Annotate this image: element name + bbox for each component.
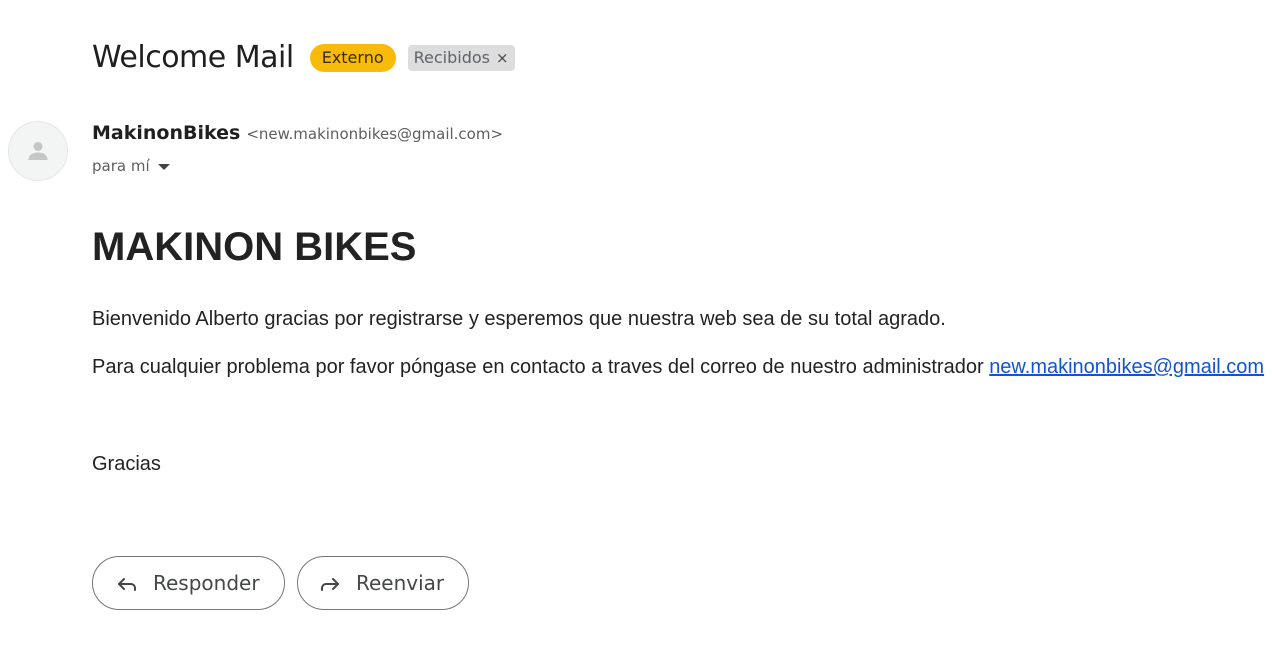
paragraph-2-text: Para cualquier problema por favor póngas… (92, 356, 990, 378)
subject-row: Welcome Mail Externo Recibidos × (92, 36, 515, 80)
sender-email: <new.makinonbikes@gmail.com> (246, 125, 504, 143)
email-body-closing: Gracias (92, 453, 161, 475)
reply-icon (115, 571, 139, 595)
person-icon (28, 142, 48, 160)
forward-button-label: Reenviar (356, 571, 445, 595)
email-subject: Welcome Mail (92, 40, 294, 75)
chevron-down-icon[interactable] (157, 164, 170, 170)
label-chip-inbox[interactable]: Recibidos × (407, 45, 515, 71)
sender-name[interactable]: MakinonBikes (92, 122, 240, 144)
email-body-heading: MAKINON BIKES (92, 225, 417, 269)
sender-avatar[interactable] (8, 121, 68, 181)
forward-button[interactable]: Reenviar (297, 556, 469, 610)
admin-email-link[interactable]: new.makinonbikes@gmail.com (989, 356, 1264, 378)
forward-icon (318, 571, 342, 595)
email-body-paragraph-1: Bienvenido Alberto gracias por registrar… (92, 308, 946, 330)
reply-button-label: Responder (153, 571, 260, 595)
remove-label-icon[interactable]: × (496, 45, 509, 71)
label-chip-text: Recibidos (413, 48, 490, 67)
recipient-details-toggle[interactable]: para mí (92, 154, 170, 178)
sender-info: MakinonBikes <new.makinonbikes@gmail.com… (92, 122, 503, 150)
external-badge: Externo (309, 44, 396, 72)
reply-button[interactable]: Responder (92, 556, 285, 610)
recipient-label: para mí (92, 157, 150, 175)
email-body-paragraph-2: Para cualquier problema por favor póngas… (92, 354, 1264, 380)
